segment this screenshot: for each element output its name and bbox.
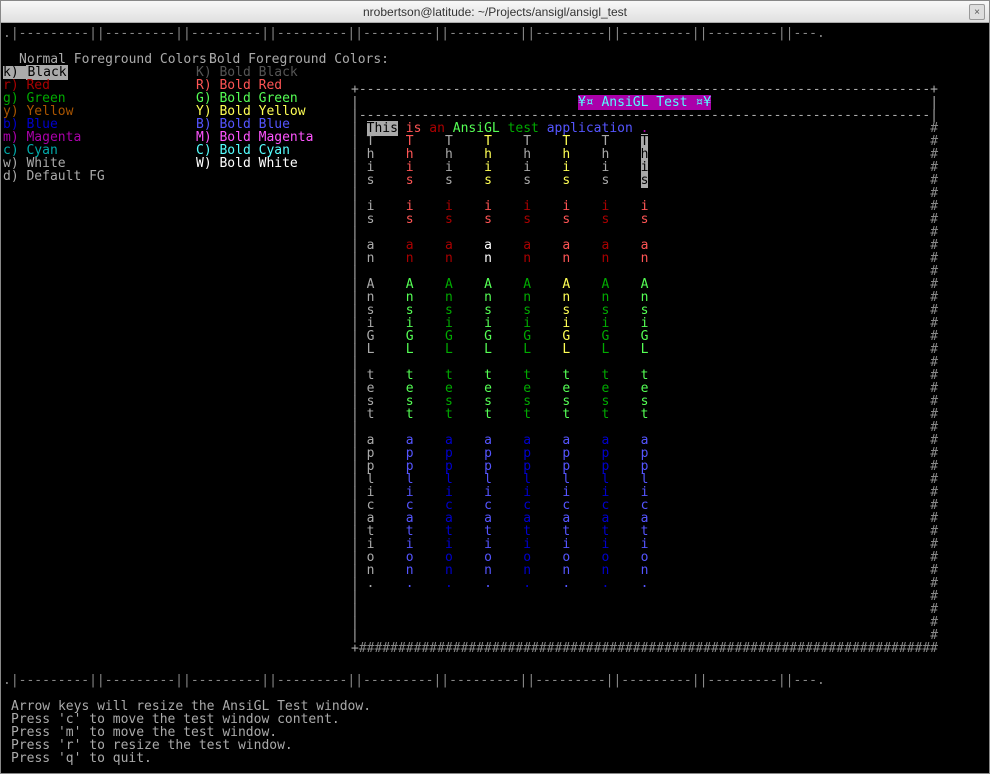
window-title: nrobertson@latitude: ~/Projects/ansigl/a…	[363, 5, 627, 19]
terminal-viewport[interactable]: .|---------||---------||---------||-----…	[1, 23, 989, 773]
ruler-top: .|---------||---------||---------||-----…	[3, 27, 987, 40]
titlebar: nrobertson@latitude: ~/Projects/ansigl/a…	[1, 1, 989, 23]
normal-colors-list: k) Blackr) Redg) Greeny) Yellowb) Bluem)…	[3, 66, 105, 183]
ruler-bottom: .|---------||---------||---------||-----…	[3, 674, 987, 687]
terminal-window: nrobertson@latitude: ~/Projects/ansigl/a…	[0, 0, 990, 774]
ansigl-test-panel: +---------------------------------------…	[351, 83, 938, 655]
bold-colors-list: K) Bold BlackR) Bold RedG) Bold GreenY) …	[196, 66, 313, 170]
color-item[interactable]: W) Bold White	[196, 157, 313, 170]
help-text: Arrow keys will resize the AnsiGL Test w…	[11, 700, 371, 765]
help-line: Press 'q' to quit.	[11, 752, 371, 765]
color-item[interactable]: d) Default FG	[3, 170, 105, 183]
close-icon[interactable]: ×	[969, 4, 985, 20]
